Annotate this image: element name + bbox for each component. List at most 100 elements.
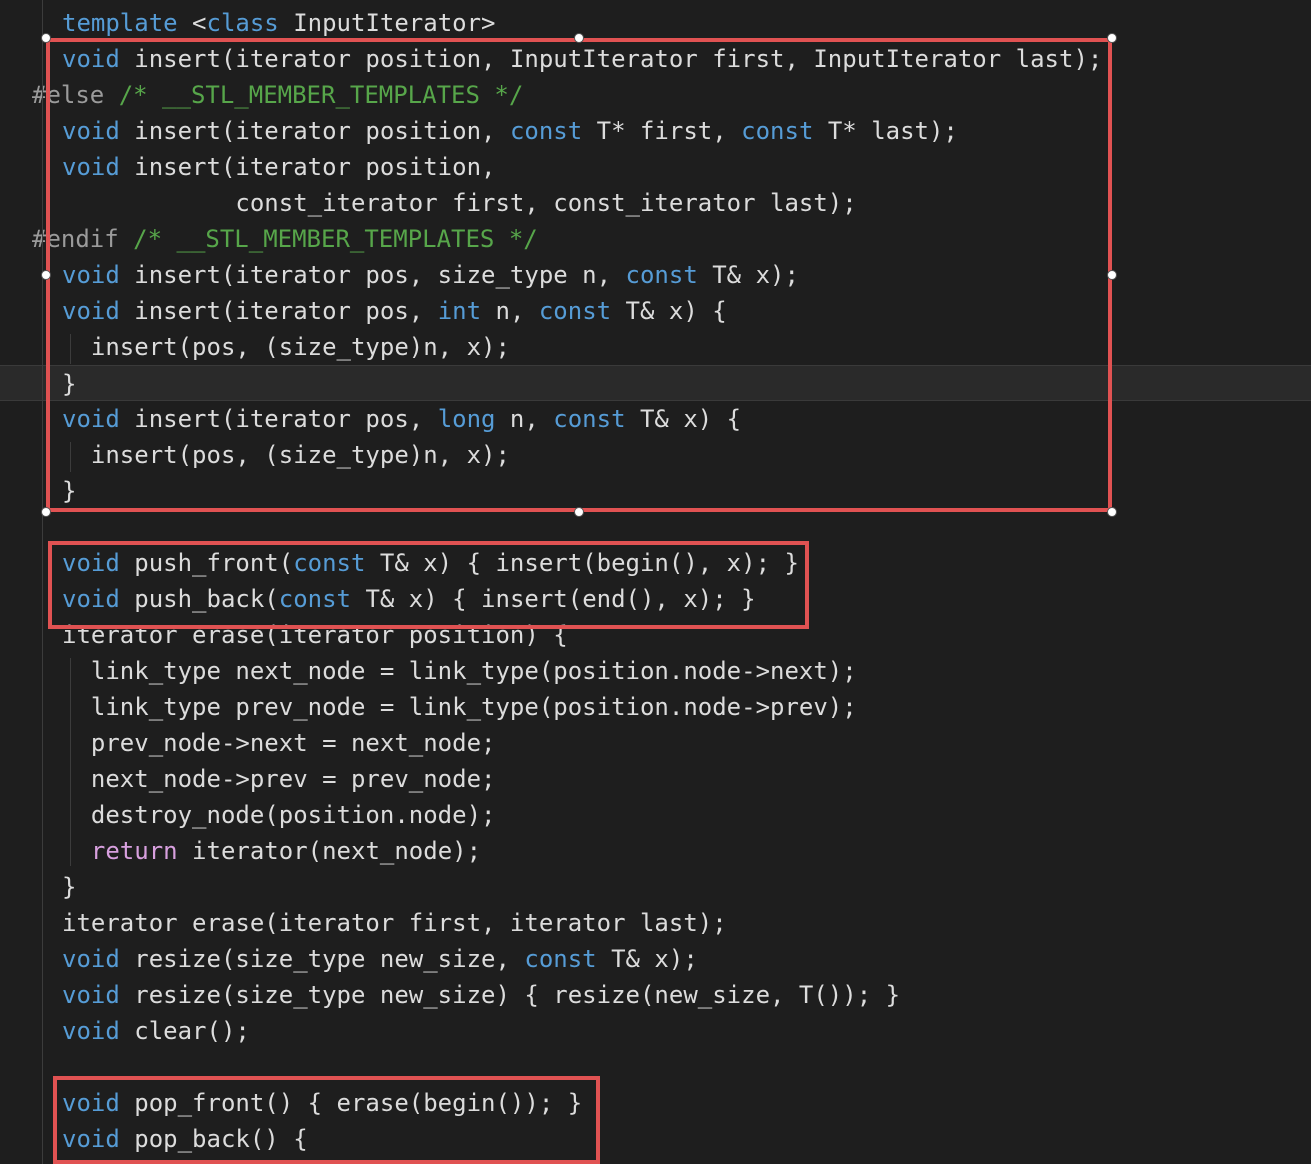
- code-token: }: [62, 477, 77, 505]
- code-token: void: [62, 261, 120, 289]
- code-line-text: next_node->prev = prev_node;: [62, 761, 496, 797]
- code-line-text: void insert(iterator position, const T* …: [62, 113, 958, 149]
- code-token: pop_front() { erase(begin()); }: [119, 1089, 583, 1117]
- code-token: T& x) {: [611, 297, 727, 325]
- code-line[interactable]: iterator erase(iterator position) {: [0, 617, 1311, 653]
- code-token: const: [538, 297, 612, 325]
- code-line-text: void pop_front() { erase(begin()); }: [62, 1085, 582, 1121]
- code-line-text: void insert(iterator pos, size_type n, c…: [62, 257, 799, 293]
- code-editor[interactable]: template <class InputIterator> void inser…: [0, 0, 1311, 1164]
- code-token: const: [741, 117, 814, 145]
- code-line-text: insert(pos, (size_type)n, x);: [62, 437, 510, 473]
- code-line[interactable]: link_type prev_node = link_type(position…: [0, 689, 1311, 725]
- code-line-text: destroy_node(position.node);: [62, 797, 496, 833]
- code-line[interactable]: [0, 1049, 1311, 1085]
- code-line-text: iterator erase(iterator position) {: [62, 617, 568, 653]
- resize-handle[interactable]: [1107, 507, 1117, 517]
- code-line-text: }: [62, 366, 76, 402]
- resize-handle[interactable]: [41, 33, 51, 43]
- code-token: void: [62, 945, 120, 973]
- resize-handle[interactable]: [574, 33, 584, 43]
- code-line[interactable]: }: [0, 365, 1311, 401]
- code-line[interactable]: void insert(iterator position, InputIter…: [0, 41, 1311, 77]
- code-token: iterator erase(iterator first, iterator …: [62, 909, 727, 937]
- code-token: void: [62, 405, 120, 433]
- code-line[interactable]: #else /* __STL_MEMBER_TEMPLATES */: [0, 77, 1311, 113]
- resize-handle[interactable]: [1107, 270, 1117, 280]
- indent-guide: [70, 334, 71, 364]
- code-token: insert(pos, (size_type)n, x);: [62, 441, 510, 469]
- code-line[interactable]: void insert(iterator position, const T* …: [0, 113, 1311, 149]
- code-line-text: #endif /* __STL_MEMBER_TEMPLATES */: [32, 221, 538, 257]
- code-line-text: prev_node->next = next_node;: [62, 725, 496, 761]
- code-line[interactable]: void pop_back() {: [0, 1121, 1311, 1157]
- code-line[interactable]: insert(pos, (size_type)n, x);: [0, 329, 1311, 365]
- resize-handle[interactable]: [574, 507, 584, 517]
- code-line[interactable]: void resize(size_type new_size, const T&…: [0, 941, 1311, 977]
- code-token: insert(iterator pos,: [119, 297, 438, 325]
- code-token: void: [62, 585, 120, 613]
- code-line-text: iterator erase(iterator first, iterator …: [62, 905, 727, 941]
- code-line[interactable]: }: [0, 869, 1311, 905]
- code-line[interactable]: #endif /* __STL_MEMBER_TEMPLATES */: [0, 221, 1311, 257]
- code-token: resize(size_type new_size,: [119, 945, 525, 973]
- code-line-text: const_iterator first, const_iterator las…: [62, 185, 857, 221]
- indent-guide: [70, 442, 71, 472]
- code-line-text: }: [62, 869, 76, 905]
- code-line[interactable]: void insert(iterator pos, long n, const …: [0, 401, 1311, 437]
- code-line[interactable]: void resize(size_type new_size) { resize…: [0, 977, 1311, 1013]
- code-line[interactable]: link_type next_node = link_type(position…: [0, 653, 1311, 689]
- code-line[interactable]: void insert(iterator position,: [0, 149, 1311, 185]
- code-line[interactable]: destroy_node(position.node);: [0, 797, 1311, 833]
- code-line-text: void insert(iterator position,: [62, 149, 495, 185]
- code-line[interactable]: void insert(iterator pos, int n, const T…: [0, 293, 1311, 329]
- code-token: const: [625, 261, 698, 289]
- code-token: long: [437, 405, 496, 433]
- code-line[interactable]: void pop_front() { erase(begin()); }: [0, 1085, 1311, 1121]
- code-line[interactable]: const_iterator first, const_iterator las…: [0, 185, 1311, 221]
- code-token: T* last);: [813, 117, 958, 145]
- code-line[interactable]: iterator erase(iterator first, iterator …: [0, 905, 1311, 941]
- code-line[interactable]: next_node->prev = prev_node;: [0, 761, 1311, 797]
- code-token: T& x) {: [625, 405, 742, 433]
- code-token: pop_back() {: [119, 1125, 308, 1153]
- code-token: const: [509, 117, 583, 145]
- code-line[interactable]: void clear();: [0, 1013, 1311, 1049]
- code-token: int: [437, 297, 482, 325]
- code-line[interactable]: insert(pos, (size_type)n, x);: [0, 437, 1311, 473]
- code-line-text: link_type next_node = link_type(position…: [62, 653, 857, 689]
- code-token: /* __STL_MEMBER_TEMPLATES */: [118, 225, 538, 253]
- resize-handle[interactable]: [41, 270, 51, 280]
- code-token: insert(iterator pos, size_type n,: [119, 261, 626, 289]
- code-token: link_type prev_node = link_type(position…: [62, 693, 857, 721]
- code-line[interactable]: }: [0, 473, 1311, 509]
- code-token: T& x);: [596, 945, 698, 973]
- code-token: push_back(: [119, 585, 279, 613]
- code-line[interactable]: void push_back(const T& x) { insert(end(…: [0, 581, 1311, 617]
- code-token: n,: [495, 405, 554, 433]
- code-token: void: [62, 981, 120, 1009]
- code-line-text: template <class InputIterator>: [62, 5, 496, 41]
- code-token: void: [62, 297, 120, 325]
- code-token: void: [62, 1125, 120, 1153]
- code-line[interactable]: prev_node->next = next_node;: [0, 725, 1311, 761]
- code-token: push_front(: [119, 549, 294, 577]
- code-line-text: void insert(iterator pos, int n, const T…: [62, 293, 727, 329]
- code-token: n,: [481, 297, 539, 325]
- code-token: const_iterator first, const_iterator las…: [62, 189, 857, 217]
- code-line[interactable]: return iterator(next_node);: [0, 833, 1311, 869]
- code-line-text: link_type prev_node = link_type(position…: [62, 689, 857, 725]
- code-token: next_node->prev = prev_node;: [62, 765, 496, 793]
- code-token: InputIterator>: [278, 9, 496, 37]
- code-token: iterator erase(iterator position) {: [62, 621, 568, 649]
- resize-handle[interactable]: [41, 507, 51, 517]
- code-token: insert(iterator position, InputIterator …: [119, 45, 1103, 73]
- code-line[interactable]: void push_front(const T& x) { insert(beg…: [0, 545, 1311, 581]
- code-token: const: [278, 585, 351, 613]
- code-line-text: void push_front(const T& x) { insert(beg…: [62, 545, 799, 581]
- code-token: insert(pos, (size_type)n, x);: [62, 333, 510, 361]
- code-token: insert(iterator position,: [119, 153, 496, 181]
- indent-guide: [70, 658, 71, 866]
- resize-handle[interactable]: [1107, 33, 1117, 43]
